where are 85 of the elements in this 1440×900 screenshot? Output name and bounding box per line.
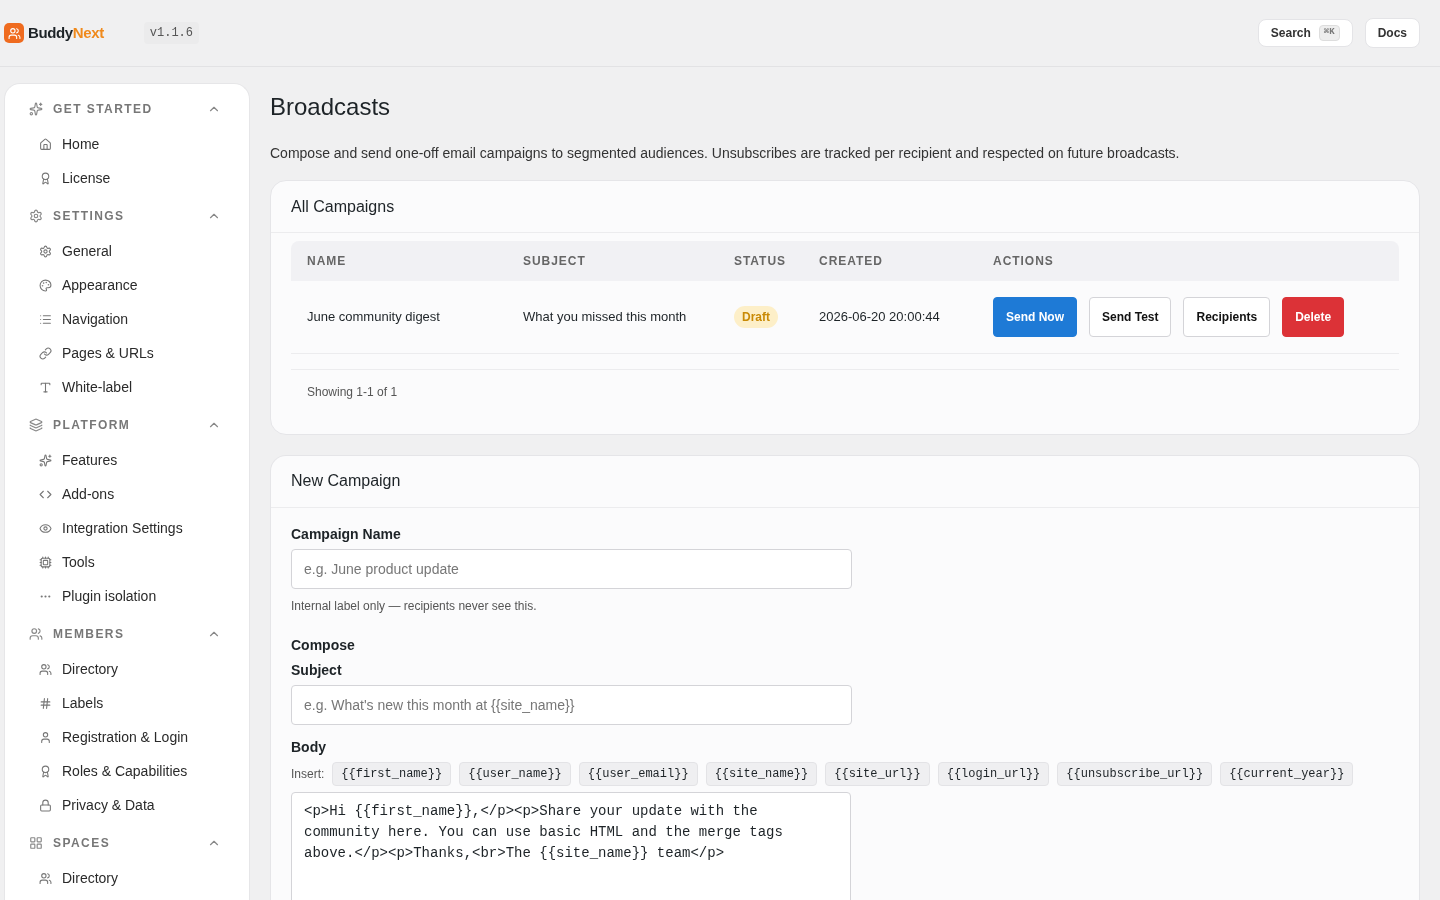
field-label: Subject [291,660,343,680]
action-button[interactable]: Send Now [993,296,1077,337]
page-description: Compose and send one-off email campaigns to segmented audiences. Unsubscribes are tracked per recipient and respected on future broadcasts. [270,144,1181,163]
merge-tag-button[interactable]: {{site_name}} [705,761,818,786]
palette-icon [39,278,52,292]
column-header: NAME [291,241,523,281]
column-header: ACTIONS [993,241,1399,281]
sparkles-icon [29,101,43,116]
column-header: SUBJECT [523,241,734,281]
sidebar-item[interactable]: Add-ons [29,477,225,511]
insert-label: Insert: [291,765,325,783]
gear-icon [39,244,52,258]
card-title: New Campaign [291,471,401,491]
sidebar-item[interactable]: Roles & Capabilities [29,754,225,788]
eye-icon [39,521,52,535]
sidebar-item[interactable]: Pages & URLs [29,336,225,370]
sparkles-icon [39,453,52,467]
shortcut-key: ⌘K [1318,25,1340,41]
version-label: v1.1.6 [143,22,200,44]
users-icon [39,662,52,676]
sidebar-item[interactable]: Directory [29,861,225,895]
layers-icon [29,417,43,432]
field-label: Body [291,737,327,757]
letter-t-icon [39,380,52,394]
action-button[interactable]: Recipients [1183,296,1271,337]
users-icon [29,626,43,641]
action-button[interactable]: Send Test [1089,296,1172,337]
sidebar-item[interactable]: Labels [29,686,225,720]
merge-tag-button[interactable]: {{first_name}} [332,761,452,786]
sidebar-item[interactable]: Registration & Login [29,720,225,754]
action-button[interactable]: Delete [1282,296,1345,337]
sidebar-item[interactable]: Directory [29,652,225,686]
award-icon [39,171,52,185]
link-icon [39,346,52,360]
user-icon [39,730,52,744]
list-icon [39,312,52,326]
section-heading: SPACES [53,834,111,852]
sidebar-item[interactable]: License [29,161,225,195]
docs-button[interactable]: Docs [1364,18,1420,48]
field-hint: Internal label only — recipients never see this. [291,597,538,615]
gear-icon [29,208,43,223]
sidebar-item[interactable]: White-label [29,370,225,404]
sidebar-item[interactable]: General [29,234,225,268]
card-title: All Campaigns [291,196,395,217]
section-heading: GET STARTED [53,100,153,118]
grid-icon [29,835,43,850]
section-heading: Compose [291,635,356,655]
section-heading: MEMBERS [53,625,125,643]
merge-tag-button[interactable]: {{unsubscribe_url}} [1057,761,1213,786]
lock-icon [39,798,52,812]
column-header: STATUS [734,241,819,281]
sidebar-item[interactable]: Plugin isolation [29,579,225,613]
merge-tag-button[interactable]: {{current_year}} [1220,761,1354,786]
section-heading: PLATFORM [53,416,131,434]
merge-tag-button[interactable]: {{login_url}} [937,761,1050,786]
chip-icon [39,555,52,569]
logo-icon [4,23,24,43]
hash-icon [39,696,52,710]
status-badge: Draft [734,305,778,328]
body-field[interactable]: <p>Hi {{first_name}},</p><p>Share your update with the community here. You can use basic HTML and the merge tags above.</p><p>Thanks,<br>The {{site_name}} team</p> [291,791,851,900]
merge-tag-button[interactable]: {{user_name}} [459,761,571,786]
brand-name: BuddyNext [28,22,104,43]
search-button[interactable]: Search ⌘K [1257,19,1353,47]
sidebar-item[interactable]: Navigation [29,302,225,336]
award-icon [39,764,52,778]
sidebar-item[interactable]: Integration Settings [29,511,225,545]
field-label: Campaign Name [291,524,402,544]
table-cell: 2026-06-20 20:00:44 [819,281,993,353]
sidebar-item[interactable]: Features [29,443,225,477]
campaign-name-field[interactable]: e.g. June product update [291,548,852,589]
table-cell: What you missed this month [523,281,734,353]
page-title: Broadcasts [270,92,392,122]
merge-tag-button[interactable]: {{site_url}} [825,761,930,786]
section-heading: SETTINGS [53,207,125,225]
subject-field[interactable]: e.g. What's new this month at {{site_name}} [291,684,852,725]
sidebar-item[interactable]: Home [29,127,225,161]
users-icon [39,871,52,885]
house-icon [39,137,52,151]
merge-tag-button[interactable]: {{user_email}} [578,761,698,786]
sidebar-item[interactable]: Tools [29,545,225,579]
pagination-info: Showing 1-1 of 1 [307,383,398,401]
column-header: CREATED [819,241,993,281]
table-cell: June community digest [291,281,523,353]
sidebar-item[interactable]: Privacy & Data [29,788,225,822]
sidebar-item[interactable]: Appearance [29,268,225,302]
